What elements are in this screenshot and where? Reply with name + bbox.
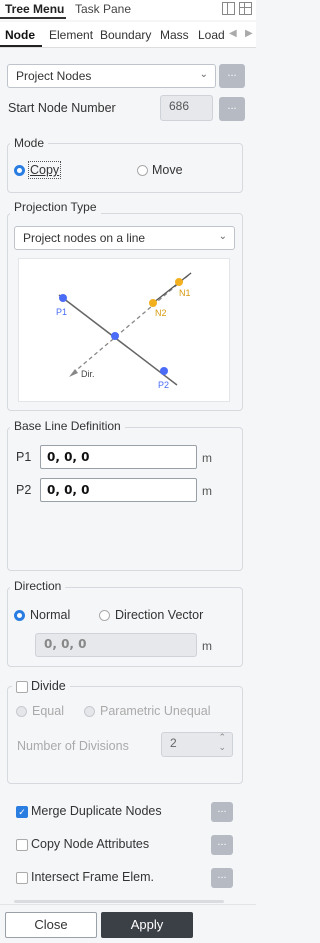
command-selected: Project Nodes xyxy=(16,69,92,83)
p2-point xyxy=(160,367,168,375)
direction-arrow-icon xyxy=(69,369,78,377)
p2-field-label: P2 xyxy=(16,483,32,497)
projection-diagram-svg: P1 P2 N1 N2 Dir. xyxy=(56,272,192,390)
p1-field-label: P1 xyxy=(16,450,32,464)
copy-attributes-checkbox[interactable] xyxy=(16,839,28,851)
merge-duplicate-more-button[interactable]: ... xyxy=(211,802,233,822)
divide-parametric-label[interactable]: Parametric Unequal xyxy=(100,704,210,718)
num-divisions-label: Number of Divisions xyxy=(17,739,129,753)
direction-vector-input: 0, 0, 0 xyxy=(35,633,197,657)
panel-split-icon[interactable] xyxy=(239,2,252,15)
num-divisions-spinner[interactable]: 2 ⌃ ⌄ xyxy=(161,732,233,757)
tab-boundary[interactable]: Boundary xyxy=(100,28,151,42)
divide-checkbox[interactable] xyxy=(16,681,28,693)
tab-node[interactable]: Node xyxy=(5,28,35,42)
command-dropdown[interactable]: Project Nodes ⌄ xyxy=(7,64,216,88)
copy-attributes-label[interactable]: Copy Node Attributes xyxy=(31,837,149,851)
projection-selected: Project nodes on a line xyxy=(23,231,146,245)
chevron-down-icon: ⌄ xyxy=(199,69,208,80)
num-divisions-value: 2 xyxy=(170,736,177,750)
start-node-value: 686 xyxy=(160,95,213,121)
tab-mass[interactable]: Mass xyxy=(160,28,189,42)
chevron-down-icon: ⌄ xyxy=(218,231,227,242)
tab-element[interactable]: Element xyxy=(49,28,93,42)
p2-label: P2 xyxy=(158,380,169,390)
dir-label: Dir. xyxy=(81,369,95,379)
apply-button[interactable]: Apply xyxy=(101,912,193,938)
horizontal-scrollbar[interactable] xyxy=(14,900,224,903)
start-node-label: Start Node Number xyxy=(8,101,116,115)
node-tab-active-indicator xyxy=(0,45,42,47)
merge-duplicate-checkbox[interactable]: ✓ xyxy=(16,806,28,818)
intersect-frame-checkbox[interactable] xyxy=(16,872,28,884)
base-line-title: Base Line Definition xyxy=(10,419,125,433)
p1-input[interactable]: 0, 0, 0 xyxy=(40,445,197,469)
scroll-left-icon[interactable]: ◀ xyxy=(229,28,237,39)
mode-title: Mode xyxy=(10,136,49,150)
projection-diagram: P1 P2 N1 N2 Dir. xyxy=(18,258,230,402)
p1-unit: m xyxy=(202,451,212,465)
tree-menu-active-indicator xyxy=(0,17,66,19)
divide-parametric-radio[interactable] xyxy=(84,706,95,717)
projection-title: Projection Type xyxy=(10,200,101,214)
close-button[interactable]: Close xyxy=(5,912,97,938)
n1-point xyxy=(175,278,183,286)
direction-title: Direction xyxy=(10,579,66,593)
copy-attributes-more-button[interactable]: ... xyxy=(211,835,233,855)
mode-move-label[interactable]: Move xyxy=(152,163,183,177)
scroll-right-icon[interactable]: ▶ xyxy=(245,28,253,39)
tab-task-pane[interactable]: Task Pane xyxy=(75,2,131,16)
tab-tree-menu[interactable]: Tree Menu xyxy=(5,2,64,16)
n1-label: N1 xyxy=(179,288,191,298)
start-node-more-button[interactable]: ... xyxy=(219,97,245,121)
p1-point xyxy=(59,294,67,302)
panel-layout-icon[interactable] xyxy=(222,2,235,15)
command-more-button[interactable]: ... xyxy=(219,64,245,88)
direction-vector-unit: m xyxy=(202,639,212,653)
n2-label: N2 xyxy=(155,308,167,318)
spinner-arrows-icon: ⌃ ⌄ xyxy=(218,732,226,752)
mode-move-radio[interactable] xyxy=(137,165,148,176)
mode-copy-label[interactable]: Copy xyxy=(27,161,62,179)
direction-normal-radio[interactable] xyxy=(14,610,25,621)
divide-equal-label[interactable]: Equal xyxy=(32,704,64,718)
n2-point xyxy=(149,299,157,307)
intersection-point xyxy=(111,332,119,340)
divide-label[interactable]: Divide xyxy=(31,679,66,693)
p2-input[interactable]: 0, 0, 0 xyxy=(40,478,197,502)
direction-vector-radio[interactable] xyxy=(99,610,110,621)
direction-vector-label[interactable]: Direction Vector xyxy=(115,608,203,622)
tab-load[interactable]: Load xyxy=(198,28,225,42)
projection-dropdown[interactable]: Project nodes on a line ⌄ xyxy=(14,226,235,250)
direction-line xyxy=(72,272,192,374)
direction-normal-label[interactable]: Normal xyxy=(30,608,70,622)
intersect-frame-more-button[interactable]: ... xyxy=(211,868,233,888)
intersect-frame-label[interactable]: Intersect Frame Elem. xyxy=(31,870,154,884)
divide-equal-radio[interactable] xyxy=(16,706,27,717)
merge-duplicate-label[interactable]: Merge Duplicate Nodes xyxy=(31,804,162,818)
p1-label: P1 xyxy=(56,307,67,317)
mode-copy-radio[interactable] xyxy=(14,165,25,176)
p2-unit: m xyxy=(202,484,212,498)
